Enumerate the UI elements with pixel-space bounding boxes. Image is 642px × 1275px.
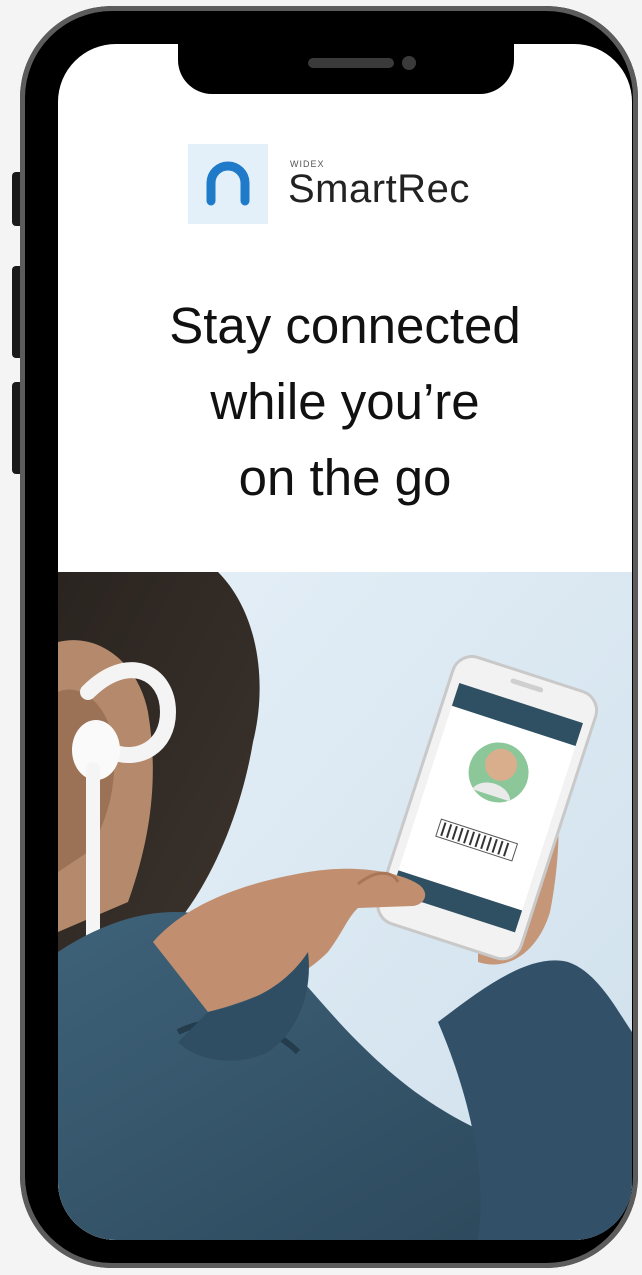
app-store-screenshot: WIDEX SmartRec Stay connected while you’… [0,0,642,1275]
brand-name: SmartRec [288,167,470,211]
headline-line-3: on the go [238,449,452,506]
phone-screen: WIDEX SmartRec Stay connected while you’… [58,44,632,1240]
phone-frame: WIDEX SmartRec Stay connected while you’… [20,6,638,1268]
front-camera-icon [402,56,416,70]
headline-line-2: while you’re [210,373,480,430]
hero-photo [58,572,632,1240]
phone-notch [178,36,514,94]
headline-line-1: Stay connected [169,297,521,354]
brand-header: WIDEX SmartRec [188,144,470,224]
brand-text: WIDEX SmartRec [288,159,470,209]
headline: Stay connected while you’re on the go [98,288,592,516]
smartrec-logo-icon [188,144,268,224]
speaker-grille [308,58,394,68]
